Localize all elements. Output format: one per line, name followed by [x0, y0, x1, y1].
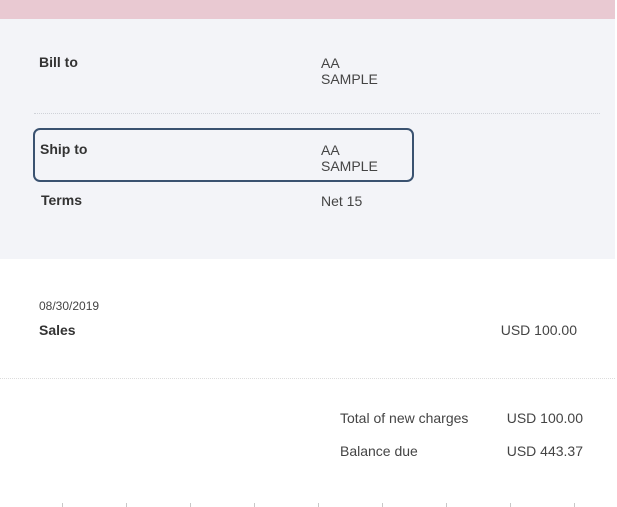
tick-mark: [446, 503, 447, 507]
bill-to-line2: SAMPLE: [321, 71, 378, 87]
ship-to-line2: SAMPLE: [321, 158, 378, 174]
header-accent-bar: [0, 0, 615, 19]
tick-mark: [382, 503, 383, 507]
total-new-charges-label: Total of new charges: [340, 410, 469, 426]
tick-mark: [574, 503, 575, 507]
tick-mark: [510, 503, 511, 507]
bill-to-label: Bill to: [39, 54, 78, 70]
tick-mark: [62, 503, 63, 507]
terms-value: Net 15: [321, 193, 363, 209]
transaction-divider: [0, 378, 615, 379]
transaction-label: Sales: [39, 322, 76, 338]
ship-to-line1: AA: [321, 142, 340, 158]
ship-to-label: Ship to: [40, 141, 88, 157]
ship-to-value: AA SAMPLE: [321, 142, 378, 174]
bill-to-line1: AA: [321, 55, 340, 71]
invoice-page: Bill to AA SAMPLE Ship to AA SAMPLE Term…: [0, 0, 617, 507]
total-new-charges-value: USD 100.00: [506, 410, 583, 426]
transaction-date: 08/30/2019: [39, 299, 100, 313]
tick-mark: [126, 503, 127, 507]
bottom-tick-row: [0, 499, 617, 507]
terms-label: Terms: [41, 192, 82, 208]
tick-mark: [190, 503, 191, 507]
bill-to-value: AA SAMPLE: [321, 55, 378, 87]
balance-due-label: Balance due: [340, 443, 418, 459]
balance-due-value: USD 443.37: [506, 443, 583, 459]
tick-mark: [254, 503, 255, 507]
transaction-amount: USD 100.00: [500, 322, 577, 338]
tick-mark: [318, 503, 319, 507]
address-divider: [34, 113, 600, 114]
